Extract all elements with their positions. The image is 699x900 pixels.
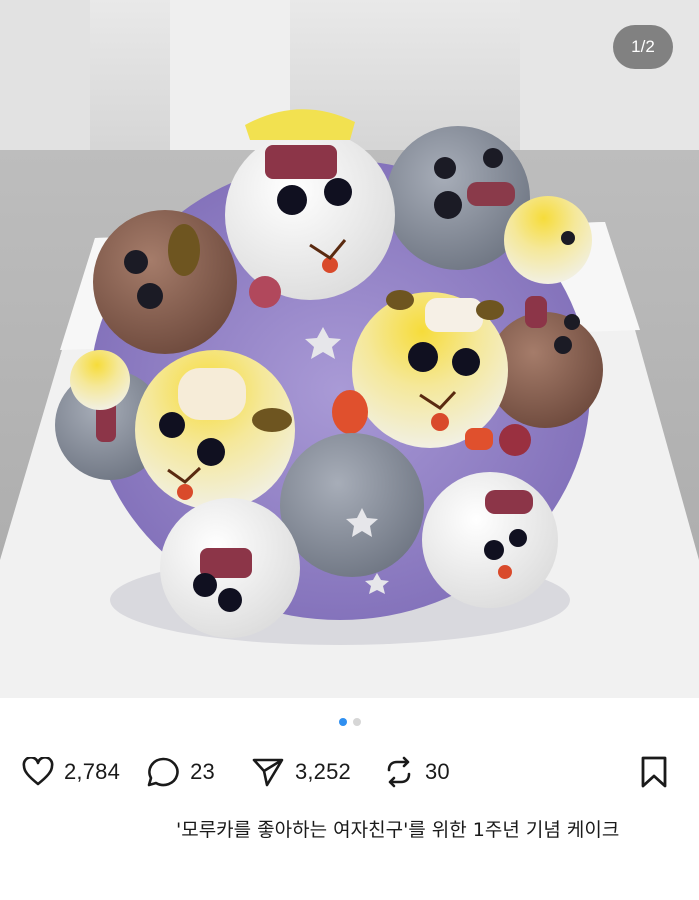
carousel-dot[interactable] (352, 718, 361, 726)
post-photo[interactable]: 1/2 (0, 0, 699, 698)
repost-count: 30 (425, 759, 450, 784)
action-bar: 2,784 23 3,252 30 (22, 748, 677, 796)
like-count: 2,784 (64, 759, 121, 784)
heart-icon (22, 757, 54, 786)
carousel-dot-active[interactable] (338, 718, 347, 726)
cake-photo (0, 0, 699, 698)
bookmark-icon (641, 756, 667, 788)
comment-count: 23 (190, 759, 215, 784)
share-button[interactable]: 3,252 (251, 756, 351, 788)
bookmark-button[interactable] (639, 755, 669, 789)
like-button[interactable]: 2,784 (22, 757, 120, 787)
paper-plane-icon (252, 758, 284, 787)
repost-button[interactable]: 30 (383, 756, 450, 788)
share-count: 3,252 (294, 759, 351, 784)
page-indicator: 1/2 (613, 25, 673, 69)
post-caption: '모루카를 좋아하는 여자친구'를 위한 1주년 기념 케이크 (176, 819, 620, 841)
comment-button[interactable]: 23 (146, 756, 215, 788)
repost-icon (387, 756, 411, 788)
speech-bubble-icon (147, 757, 179, 787)
carousel-dots (0, 718, 699, 726)
